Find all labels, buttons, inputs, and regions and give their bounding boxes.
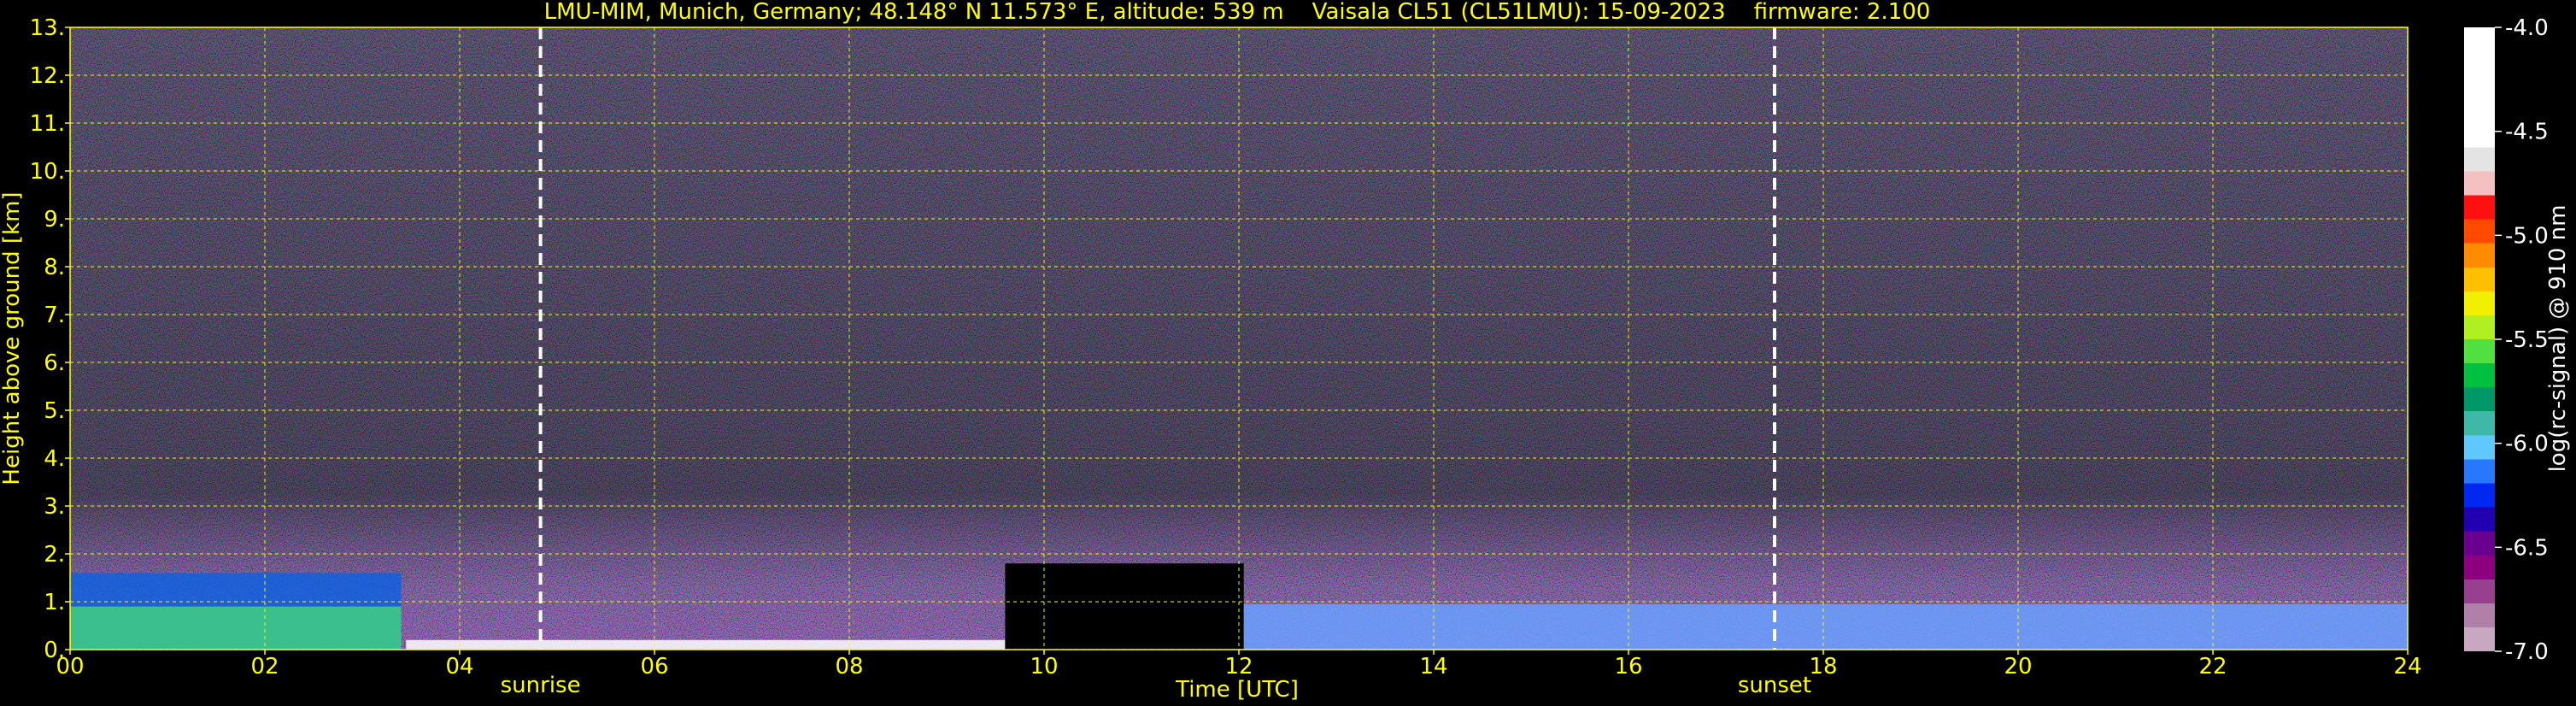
y-tick-label-6: 6. [44, 350, 65, 376]
y-tick-label-1: 1. [44, 590, 65, 615]
colorbar-tick-label-2: -5.0 [2505, 223, 2549, 249]
ceilometer-chart: 00 02 04 06 08 10 12 14 16 18 20 22 24 0.1.2.3.4.5.6… [0, 0, 2571, 703]
x-tick-label-12: 24 [2393, 654, 2421, 680]
y-tick-label-5: 5. [44, 398, 65, 424]
x-axis: 00 02 04 06 08 10 12 14 16 18 20 22 24 [56, 650, 2422, 680]
x-axis-label: Time [UTC] [1175, 677, 1299, 703]
x-tick-label-5: 10 [1030, 654, 1058, 680]
colorbar: -4.0 -4.5 -5.0 -5.5 -6.0 -6.5 -7.0 log(rc-sign… [2464, 15, 2571, 665]
y-tick-label-11: 11. [30, 111, 65, 137]
colorbar-tick-label-3: -5.5 [2505, 327, 2549, 353]
x-tick-label-10: 20 [2004, 654, 2032, 680]
x-tick-label-11: 22 [2198, 654, 2227, 680]
x-tick-label-8: 16 [1614, 654, 1642, 680]
x-tick-label-6: 12 [1224, 654, 1253, 680]
colorbar-ticks: -4.0 -4.5 -5.0 -5.5 -6.0 -6.5 -7.0 [2495, 15, 2549, 665]
y-tick-label-0: 0. [44, 638, 65, 663]
chart-title: LMU-MIM, Munich, Germany; 48.148° N 11.5… [544, 0, 1931, 25]
colorbar-tick-label-4: -6.0 [2505, 432, 2549, 457]
y-tick-label-7: 7. [44, 303, 65, 328]
y-tick-label-8: 8. [44, 255, 65, 280]
layer-4 [1243, 603, 2408, 650]
y-axis: 0. 1. 2. 3. 4. 5. 6. 7. 8. 9. 10. 11. 12. 13. [30, 15, 70, 663]
x-tick-label-4: 08 [835, 654, 863, 680]
y-tick-label-10: 10. [30, 159, 65, 185]
x-tick-label-2: 04 [445, 654, 473, 680]
layer-3 [1005, 563, 1244, 650]
y-tick-label-3: 3. [44, 494, 65, 520]
colorbar-label: log(rc-signal) @ 910 nm [2545, 205, 2571, 473]
colorbar-tick-label-6: -7.0 [2505, 639, 2549, 665]
layer-2 [406, 639, 1006, 650]
colorbar-tick-label-5: -6.5 [2505, 535, 2549, 561]
plot-area [70, 27, 2408, 650]
x-tick-label-3: 06 [640, 654, 668, 680]
layer-1 [70, 606, 402, 650]
y-tick-label-4: 4. [44, 446, 65, 472]
colorbar-gradient [2464, 27, 2495, 651]
marker-label-sunset: sunset [1738, 673, 1811, 698]
y-axis-label: Height above ground [km] [0, 191, 25, 485]
y-tick-label-13: 13. [30, 15, 65, 41]
colorbar-tick-label-0: -4.0 [2505, 15, 2549, 41]
colorbar-tick-label-1: -4.5 [2505, 120, 2549, 145]
x-tick-label-1: 02 [250, 654, 279, 680]
marker-label-sunrise: sunrise [501, 673, 581, 698]
y-tick-label-9: 9. [44, 207, 65, 232]
y-tick-label-2: 2. [44, 542, 65, 568]
y-tick-label-12: 12. [30, 63, 65, 89]
x-tick-label-9: 18 [1809, 654, 1837, 680]
x-tick-label-7: 14 [1419, 654, 1447, 680]
